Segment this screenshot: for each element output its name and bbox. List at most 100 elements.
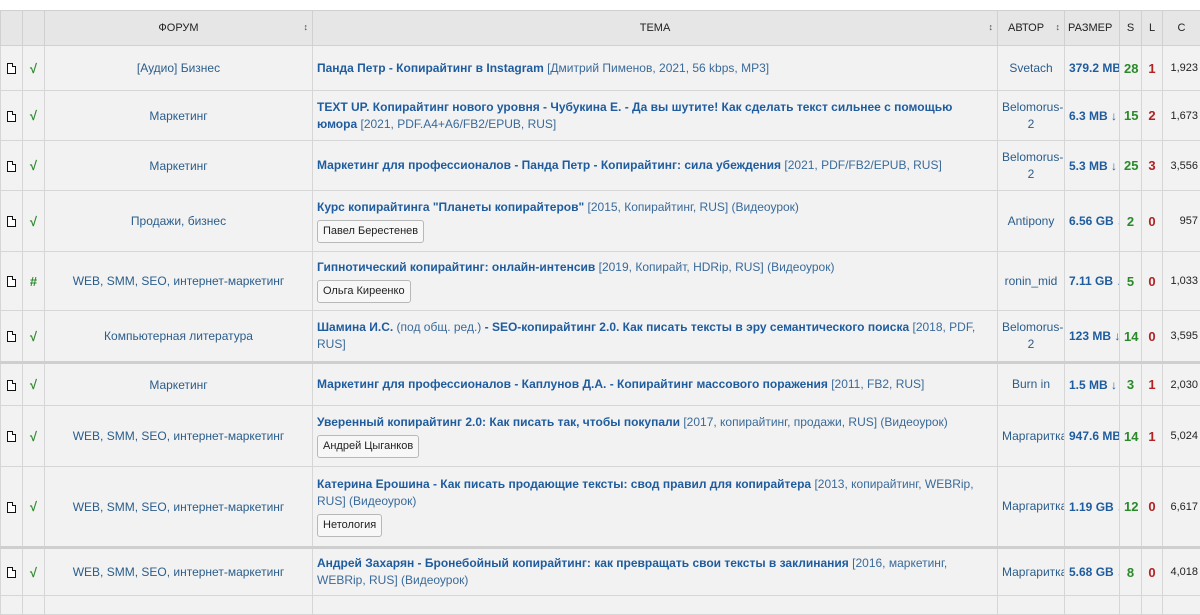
forum-link[interactable]: WEB, SMM, SEO, интернет-маркетинг: [44, 466, 313, 548]
download-size-link[interactable]: 5.3 MB ↓: [1064, 140, 1120, 191]
file-icon-cell: [0, 466, 23, 548]
table-row[interactable]: √ WEB, SMM, SEO, интернет-маркетинг Андрей…: [0, 546, 1200, 596]
file-icon[interactable]: [7, 567, 16, 579]
seeds-count: 14: [1119, 310, 1142, 363]
download-size-link[interactable]: 6.56 GB ↓: [1064, 190, 1120, 252]
table-row[interactable]: # WEB, SMM, SEO, интернет-маркетинг Гипнот…: [0, 251, 1200, 311]
header-size-label: РАЗМЕР: [1068, 22, 1113, 34]
status-mark: √: [22, 45, 45, 91]
sort-icon[interactable]: ↕: [304, 22, 309, 32]
table-row[interactable]: √ Маркетинг Маркетинг для профессионалов -…: [0, 361, 1200, 406]
sort-icon[interactable]: ↕: [989, 22, 994, 32]
seeds-count: 25: [1119, 140, 1142, 191]
author-link[interactable]: Маргаритка: [997, 546, 1065, 596]
author-tag-button[interactable]: Ольга Киреенко: [317, 280, 411, 303]
topic-title-link[interactable]: Курс копирайтинга "Планеты копирайтеров": [317, 200, 584, 214]
completed-count: 4,018: [1162, 546, 1200, 596]
forum-link[interactable]: WEB, SMM, SEO, интернет-маркетинг: [44, 405, 313, 467]
download-size-link[interactable]: 947.6 MB ↓: [1064, 405, 1120, 467]
author-link[interactable]: Svetach: [997, 45, 1065, 91]
author-link[interactable]: Antipony: [997, 190, 1065, 252]
author-link[interactable]: ronin_mid: [997, 251, 1065, 311]
topic-title-link-part2[interactable]: - SEO-копирайтинг 2.0. Как писать тексты…: [485, 320, 910, 334]
download-size-link[interactable]: 1.5 MB ↓: [1064, 361, 1120, 406]
topic-title-link[interactable]: Маркетинг для профессионалов - Панда Пет…: [317, 158, 781, 172]
topic-title-link[interactable]: Уверенный копирайтинг 2.0: Как писать та…: [317, 415, 680, 429]
table-header: ФОРУМ ↕ ТЕМА ↕ АВТОР ↕ РАЗМЕР S L С: [0, 10, 1200, 46]
header-completed-label: С: [1177, 22, 1186, 34]
table-row[interactable]: √ WEB, SMM, SEO, интернет-маркетинг Катери…: [0, 466, 1200, 548]
topic-title-link[interactable]: Панда Петр - Копирайтинг в Instagram: [317, 61, 544, 75]
forum-link[interactable]: Маркетинг: [44, 140, 313, 191]
author-link[interactable]: Маргаритка: [997, 405, 1065, 467]
author-tag-button[interactable]: Андрей Цыганков: [317, 435, 420, 458]
table-row[interactable]: √ Продажи, бизнес Курс копирайтинга "Плане…: [0, 190, 1200, 252]
table-row[interactable]: √ Компьютерная литература Шамина И.С. (под…: [0, 310, 1200, 363]
header-topic[interactable]: ТЕМА ↕: [312, 10, 998, 46]
header-forum[interactable]: ФОРУМ ↕: [44, 10, 313, 46]
topic-title-link[interactable]: Андрей Захарян - Бронебойный копирайтинг…: [317, 556, 849, 570]
empty-cell: [1064, 595, 1120, 615]
header-completed[interactable]: С: [1162, 10, 1200, 46]
topic-title-link[interactable]: Маркетинг для профессионалов - Каплунов …: [317, 377, 828, 391]
empty-cell: [44, 595, 313, 615]
file-icon-cell: [0, 45, 23, 91]
file-icon[interactable]: [7, 63, 16, 75]
author-link[interactable]: Burn in: [997, 361, 1065, 406]
download-size-link[interactable]: 6.3 MB ↓: [1064, 90, 1120, 141]
file-icon[interactable]: [7, 160, 16, 172]
forum-link[interactable]: Компьютерная литература: [44, 310, 313, 363]
status-mark: √: [22, 405, 45, 467]
file-icon[interactable]: [7, 379, 16, 391]
download-size-link[interactable]: 1.19 GB ↓: [1064, 466, 1120, 548]
forum-link[interactable]: Продажи, бизнес: [44, 190, 313, 252]
header-leeches-label: L: [1148, 22, 1156, 34]
forum-link[interactable]: Маркетинг: [44, 90, 313, 141]
file-icon[interactable]: [7, 331, 16, 343]
completed-count: 1,033: [1162, 251, 1200, 311]
topic-meta: [2021, PDF.A4+A6/FB2/EPUB, RUS]: [360, 116, 557, 131]
header-author[interactable]: АВТОР ↕: [997, 10, 1065, 46]
sort-icon[interactable]: ↕: [1056, 22, 1061, 32]
file-icon[interactable]: [7, 110, 16, 122]
download-size-link[interactable]: 379.2 MB ↓: [1064, 45, 1120, 91]
author-link[interactable]: Маргаритка: [997, 466, 1065, 548]
topic-cell: Шамина И.С. (под общ. ред.) - SEO-копира…: [312, 310, 998, 363]
download-size-link[interactable]: 5.68 GB ↓: [1064, 546, 1120, 596]
author-link[interactable]: Belomorus-2: [997, 310, 1065, 363]
forum-link[interactable]: Маркетинг: [44, 361, 313, 406]
table-row[interactable]: √ Маркетинг Маркетинг для профессионалов -…: [0, 140, 1200, 191]
author-link[interactable]: Belomorus-2: [997, 90, 1065, 141]
file-icon[interactable]: [7, 431, 16, 443]
forum-link[interactable]: WEB, SMM, SEO, интернет-маркетинг: [44, 546, 313, 596]
author-link[interactable]: Belomorus-2: [997, 140, 1065, 191]
empty-cell: [312, 595, 998, 615]
table-row[interactable]: √ [Аудио] Бизнес Панда Петр - Копирайтинг …: [0, 45, 1200, 91]
author-tag-button[interactable]: Павел Берестенев: [317, 220, 425, 243]
seeds-count: 8: [1119, 546, 1142, 596]
author-tag-button[interactable]: Нетология: [317, 514, 383, 537]
file-icon-cell: [0, 251, 23, 311]
table-row[interactable]: √ WEB, SMM, SEO, интернет-маркетинг Уверен…: [0, 405, 1200, 467]
topic-cell: Панда Петр - Копирайтинг в Instagram [Дм…: [312, 45, 998, 91]
header-seeds[interactable]: S: [1119, 10, 1142, 46]
header-leeches[interactable]: L: [1141, 10, 1163, 46]
header-size[interactable]: РАЗМЕР: [1064, 10, 1120, 46]
topic-title-link[interactable]: Гипнотический копирайтинг: онлайн-интенс…: [317, 260, 595, 274]
file-icon[interactable]: [7, 501, 16, 513]
seeds-count: 15: [1119, 90, 1142, 141]
forum-link[interactable]: [Аудио] Бизнес: [44, 45, 313, 91]
file-icon[interactable]: [7, 216, 16, 228]
topic-title-link[interactable]: Катерина Ерошина - Как писать продающие …: [317, 477, 811, 491]
leeches-count: 0: [1141, 190, 1163, 252]
file-icon[interactable]: [7, 276, 16, 288]
download-size-link[interactable]: 7.11 GB ↓: [1064, 251, 1120, 311]
leeches-count: 1: [1141, 45, 1163, 91]
topic-title-link[interactable]: Шамина И.С.: [317, 320, 393, 334]
torrent-table-container: ФОРУМ ↕ ТЕМА ↕ АВТОР ↕ РАЗМЕР S L С √ [Аудио…: [0, 10, 1200, 615]
completed-count: 1,673: [1162, 90, 1200, 141]
table-row[interactable]: √ Маркетинг TEXT UP. Копирайтинг нового ур…: [0, 90, 1200, 141]
header-status-col: [22, 10, 45, 46]
forum-link[interactable]: WEB, SMM, SEO, интернет-маркетинг: [44, 251, 313, 311]
download-size-link[interactable]: 123 MB ↓: [1064, 310, 1120, 363]
